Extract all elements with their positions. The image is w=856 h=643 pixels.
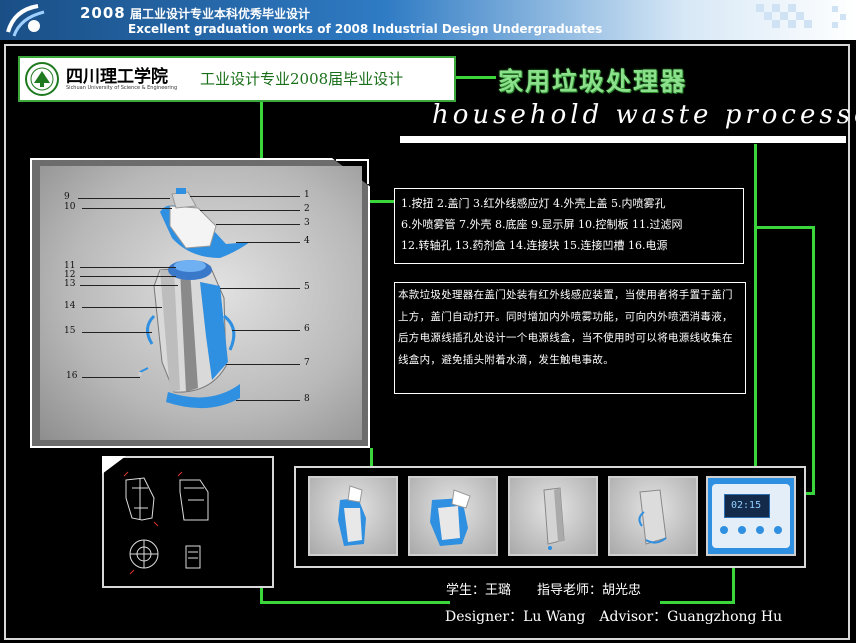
callout-label: 2: [304, 204, 310, 214]
panel-button[interactable]: [720, 526, 728, 534]
school-emblem-icon: [25, 62, 59, 96]
callout-line: [236, 242, 300, 243]
green-line: [370, 448, 373, 466]
green-line: [660, 601, 734, 604]
callout-label: 1: [304, 190, 310, 200]
display-time: 02:15: [731, 500, 762, 511]
banner-title-cn-text: 届工业设计专业本科优秀毕业设计: [129, 7, 310, 21]
banner-title-cn: 2008 届工业设计专业本科优秀毕业设计: [80, 4, 310, 22]
green-line: [260, 601, 450, 604]
callout-line: [80, 267, 176, 268]
callout-line: [82, 307, 162, 308]
thumbnail-view-1: [308, 476, 398, 556]
major-title: 工业设计专业2008届毕业设计: [200, 70, 404, 88]
thumbnail-view-2: [408, 476, 498, 556]
thumbnail-view-3: [508, 476, 598, 556]
product-title-cn: 家用垃圾处理器: [498, 67, 688, 96]
green-line: [812, 226, 815, 494]
product-view-icon: [338, 485, 366, 546]
callout-label: 5: [304, 282, 310, 292]
designer-credit: Designer：Lu Wang Advisor：Guangzhong Hu: [445, 609, 783, 625]
thumbnail-strip: 02:15: [294, 466, 806, 568]
callout-label: 7: [304, 358, 310, 368]
callout-line: [236, 400, 300, 401]
callout-label: 8: [304, 394, 310, 404]
product-render: 9 10 11 12 13 14 15 16 1 2 3 4 5 6 7 8: [40, 166, 362, 440]
student-credit: 学生：王璐 指导老师：胡光忠: [446, 583, 642, 598]
green-line: [260, 92, 263, 162]
green-line: [806, 492, 815, 495]
callout-line: [216, 224, 300, 225]
title-underline: [400, 136, 846, 143]
display-screen: 02:15: [724, 494, 770, 518]
product-title-en: household waste processor: [432, 100, 856, 130]
parts-line: 12.转轴孔 13.药剂盒 14.连接块 15.连接凹槽 16.电源: [401, 239, 668, 252]
callout-line: [80, 285, 178, 286]
product-view-icon: [430, 489, 471, 546]
callout-line: [82, 377, 140, 378]
product-view-icon: [543, 487, 565, 550]
callout-line: [78, 198, 170, 199]
callout-label: 14: [64, 301, 76, 311]
panel-button[interactable]: [774, 526, 782, 534]
callout-label: 15: [64, 326, 76, 336]
callout-label: 10: [64, 202, 76, 212]
school-name-en: Sichuan University of Science & Engineer…: [66, 85, 178, 91]
product-description: 本款垃圾处理器在盖门处装有红外线感应装置，当使用者将手置于盖门上方，盖门自动打开…: [394, 282, 746, 394]
green-line: [732, 568, 735, 604]
callout-label: 13: [64, 279, 76, 289]
callout-line: [190, 196, 300, 197]
award-logo-icon: [6, 4, 45, 37]
green-line: [456, 76, 496, 79]
panel-button[interactable]: [738, 526, 746, 534]
parts-list: 1.按扭 2.盖门 3.红外线感应灯 4.外壳上盖 5.内喷雾孔 6.外喷雾管 …: [394, 188, 744, 264]
callout-label: 9: [64, 192, 70, 202]
green-line: [754, 226, 814, 229]
parts-line: 1.按扭 2.盖门 3.红外线感应灯 4.外壳上盖 5.内喷雾孔: [401, 197, 666, 210]
callout-line: [232, 330, 300, 331]
main-render-panel: 9 10 11 12 13 14 15 16 1 2 3 4 5 6 7 8: [30, 158, 372, 448]
callout-label: 6: [304, 324, 310, 334]
callout-label: 3: [304, 218, 310, 228]
corner-tab-icon: [102, 456, 126, 474]
green-line: [370, 200, 394, 203]
school-header: 四川理工学院 Sichuan University of Science & E…: [18, 56, 456, 102]
callout-line: [82, 332, 152, 333]
callout-line: [220, 288, 300, 289]
parts-line: 6.外喷雾管 7.外壳 8.底座 9.显示屏 10.控制板 11.过滤网: [401, 218, 683, 231]
thumbnail-control-panel: 02:15: [706, 476, 796, 556]
thumbnail-view-4: [608, 476, 698, 556]
checker-pattern-icon: [756, 4, 846, 28]
callout-label: 16: [66, 371, 78, 381]
banner-year: 2008: [80, 4, 126, 22]
green-line: [754, 144, 757, 466]
product-view-icon: [638, 489, 667, 545]
panel-button[interactable]: [756, 526, 764, 534]
banner-title-en: Excellent graduation works of 2008 Indus…: [128, 22, 603, 36]
callout-line: [82, 208, 172, 209]
callout-line: [226, 364, 300, 365]
callout-label: 4: [304, 236, 310, 246]
orthographic-drawing-icon: [123, 471, 209, 575]
callout-line: [200, 210, 300, 211]
control-panel-face: 02:15: [712, 484, 790, 548]
technical-drawing: [102, 456, 274, 588]
school-name: 四川理工学院: [66, 67, 168, 87]
callout-line: [80, 276, 176, 277]
